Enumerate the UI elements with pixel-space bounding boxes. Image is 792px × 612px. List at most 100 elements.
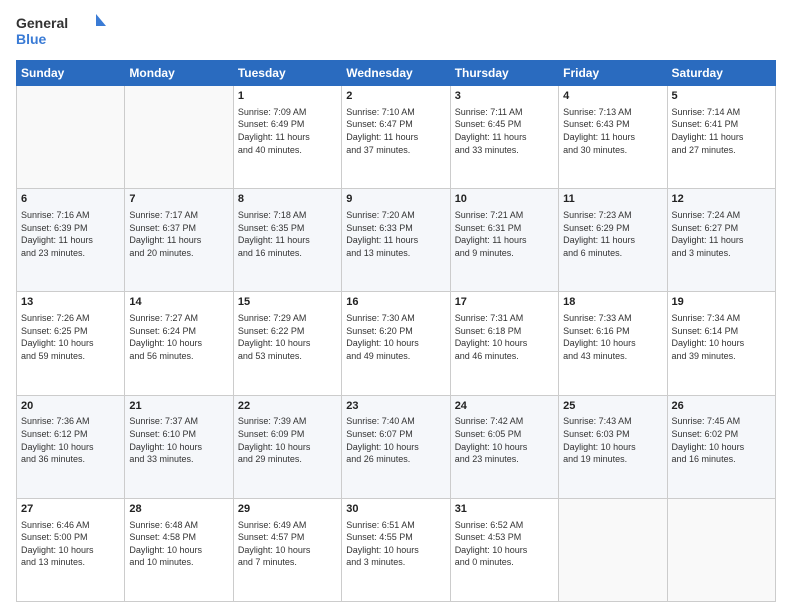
day-number: 4 <box>563 89 662 104</box>
day-number: 6 <box>21 192 120 207</box>
day-number: 10 <box>455 192 554 207</box>
day-number: 17 <box>455 295 554 310</box>
day-cell: 28 Sunrise: 6:48 AM Sunset: 4:58 PM Dayli… <box>125 498 233 601</box>
day-number: 12 <box>672 192 771 207</box>
day-cell: 26Sunrise: 7:45 AM Sunset: 6:02 PM Dayli… <box>667 395 775 498</box>
day-cell: 14Sunrise: 7:27 AM Sunset: 6:24 PM Dayli… <box>125 292 233 395</box>
day-number: 31 <box>455 502 554 517</box>
day-number: 19 <box>672 295 771 310</box>
weekday-tuesday: Tuesday <box>233 61 341 86</box>
day-cell: 29Sunrise: 6:49 AM Sunset: 4:57 PM Dayli… <box>233 498 341 601</box>
day-number: 23 <box>346 399 445 414</box>
day-cell: 16Sunrise: 7:30 AM Sunset: 6:20 PM Dayli… <box>342 292 450 395</box>
day-cell <box>559 498 667 601</box>
day-number: 27 <box>21 502 120 517</box>
day-number: 1 <box>238 89 337 104</box>
day-cell: 12 Sunrise: 7:24 AM Sunset: 6:27 PM Dayli… <box>667 189 775 292</box>
day-number: 3 <box>455 89 554 104</box>
week-row-2: 6 Sunrise: 7:16 AM Sunset: 6:39 PM Daylig… <box>17 189 776 292</box>
day-cell <box>667 498 775 601</box>
day-info: Sunrise: 7:29 AM Sunset: 6:22 PM Dayligh… <box>238 312 337 362</box>
day-info: Sunrise: 7:34 AM Sunset: 6:14 PM Dayligh… <box>672 312 771 362</box>
day-cell <box>125 86 233 189</box>
weekday-sunday: Sunday <box>17 61 125 86</box>
day-info: Sunrise: 7:16 AM Sunset: 6:39 PM Dayligh… <box>21 209 120 259</box>
day-number: 2 <box>346 89 445 104</box>
day-cell: 3Sunrise: 7:11 AM Sunset: 6:45 PM Daylig… <box>450 86 558 189</box>
day-number: 25 <box>563 399 662 414</box>
day-info: Sunrise: 7:40 AM Sunset: 6:07 PM Dayligh… <box>346 415 445 465</box>
day-info: Sunrise: 7:09 AM Sunset: 6:49 PM Dayligh… <box>238 106 337 156</box>
day-info: Sunrise: 7:18 AM Sunset: 6:35 PM Dayligh… <box>238 209 337 259</box>
day-info: Sunrise: 7:39 AM Sunset: 6:09 PM Dayligh… <box>238 415 337 465</box>
day-info: Sunrise: 6:46 AM Sunset: 5:00 PM Dayligh… <box>21 519 120 569</box>
day-cell: 23Sunrise: 7:40 AM Sunset: 6:07 PM Dayli… <box>342 395 450 498</box>
week-row-1: 1 Sunrise: 7:09 AM Sunset: 6:49 PM Daylig… <box>17 86 776 189</box>
weekday-friday: Friday <box>559 61 667 86</box>
day-info: Sunrise: 6:51 AM Sunset: 4:55 PM Dayligh… <box>346 519 445 569</box>
page: General Blue SundayMondayTuesdayWednesda… <box>0 0 792 612</box>
calendar-table: SundayMondayTuesdayWednesdayThursdayFrid… <box>16 60 776 602</box>
day-info: Sunrise: 7:27 AM Sunset: 6:24 PM Dayligh… <box>129 312 228 362</box>
day-cell: 5 Sunrise: 7:14 AM Sunset: 6:41 PM Daylig… <box>667 86 775 189</box>
day-info: Sunrise: 7:26 AM Sunset: 6:25 PM Dayligh… <box>21 312 120 362</box>
day-number: 7 <box>129 192 228 207</box>
svg-text:Blue: Blue <box>16 31 47 47</box>
day-number: 8 <box>238 192 337 207</box>
day-number: 13 <box>21 295 120 310</box>
weekday-thursday: Thursday <box>450 61 558 86</box>
day-number: 28 <box>129 502 228 517</box>
day-cell: 1 Sunrise: 7:09 AM Sunset: 6:49 PM Daylig… <box>233 86 341 189</box>
day-cell: 2 Sunrise: 7:10 AM Sunset: 6:47 PM Daylig… <box>342 86 450 189</box>
day-info: Sunrise: 6:52 AM Sunset: 4:53 PM Dayligh… <box>455 519 554 569</box>
day-cell: 25Sunrise: 7:43 AM Sunset: 6:03 PM Dayli… <box>559 395 667 498</box>
day-cell: 19 Sunrise: 7:34 AM Sunset: 6:14 PM Dayli… <box>667 292 775 395</box>
day-info: Sunrise: 7:13 AM Sunset: 6:43 PM Dayligh… <box>563 106 662 156</box>
day-number: 15 <box>238 295 337 310</box>
day-cell: 20Sunrise: 7:36 AM Sunset: 6:12 PM Dayli… <box>17 395 125 498</box>
day-number: 24 <box>455 399 554 414</box>
day-info: Sunrise: 7:20 AM Sunset: 6:33 PM Dayligh… <box>346 209 445 259</box>
day-info: Sunrise: 7:14 AM Sunset: 6:41 PM Dayligh… <box>672 106 771 156</box>
day-number: 11 <box>563 192 662 207</box>
header: General Blue <box>16 12 776 52</box>
day-info: Sunrise: 6:48 AM Sunset: 4:58 PM Dayligh… <box>129 519 228 569</box>
day-info: Sunrise: 7:23 AM Sunset: 6:29 PM Dayligh… <box>563 209 662 259</box>
day-number: 18 <box>563 295 662 310</box>
day-info: Sunrise: 7:33 AM Sunset: 6:16 PM Dayligh… <box>563 312 662 362</box>
day-info: Sunrise: 7:24 AM Sunset: 6:27 PM Dayligh… <box>672 209 771 259</box>
day-cell: 11 Sunrise: 7:23 AM Sunset: 6:29 PM Dayli… <box>559 189 667 292</box>
day-info: Sunrise: 7:42 AM Sunset: 6:05 PM Dayligh… <box>455 415 554 465</box>
day-info: Sunrise: 7:17 AM Sunset: 6:37 PM Dayligh… <box>129 209 228 259</box>
day-number: 5 <box>672 89 771 104</box>
logo-svg: General Blue <box>16 12 106 52</box>
day-cell: 9Sunrise: 7:20 AM Sunset: 6:33 PM Daylig… <box>342 189 450 292</box>
day-cell <box>17 86 125 189</box>
day-number: 16 <box>346 295 445 310</box>
day-cell: 17 Sunrise: 7:31 AM Sunset: 6:18 PM Dayli… <box>450 292 558 395</box>
weekday-monday: Monday <box>125 61 233 86</box>
day-cell: 10Sunrise: 7:21 AM Sunset: 6:31 PM Dayli… <box>450 189 558 292</box>
day-cell: 7 Sunrise: 7:17 AM Sunset: 6:37 PM Daylig… <box>125 189 233 292</box>
day-number: 20 <box>21 399 120 414</box>
day-info: Sunrise: 7:31 AM Sunset: 6:18 PM Dayligh… <box>455 312 554 362</box>
svg-text:General: General <box>16 15 68 31</box>
week-row-3: 13 Sunrise: 7:26 AM Sunset: 6:25 PM Dayli… <box>17 292 776 395</box>
day-info: Sunrise: 7:36 AM Sunset: 6:12 PM Dayligh… <box>21 415 120 465</box>
day-cell: 4 Sunrise: 7:13 AM Sunset: 6:43 PM Daylig… <box>559 86 667 189</box>
day-cell: 21Sunrise: 7:37 AM Sunset: 6:10 PM Dayli… <box>125 395 233 498</box>
logo: General Blue <box>16 12 106 52</box>
day-info: Sunrise: 7:43 AM Sunset: 6:03 PM Dayligh… <box>563 415 662 465</box>
weekday-header-row: SundayMondayTuesdayWednesdayThursdayFrid… <box>17 61 776 86</box>
day-info: Sunrise: 7:45 AM Sunset: 6:02 PM Dayligh… <box>672 415 771 465</box>
weekday-wednesday: Wednesday <box>342 61 450 86</box>
day-info: Sunrise: 7:10 AM Sunset: 6:47 PM Dayligh… <box>346 106 445 156</box>
day-cell: 13 Sunrise: 7:26 AM Sunset: 6:25 PM Dayli… <box>17 292 125 395</box>
day-cell: 22Sunrise: 7:39 AM Sunset: 6:09 PM Dayli… <box>233 395 341 498</box>
weekday-saturday: Saturday <box>667 61 775 86</box>
day-cell: 18 Sunrise: 7:33 AM Sunset: 6:16 PM Dayli… <box>559 292 667 395</box>
day-cell: 6 Sunrise: 7:16 AM Sunset: 6:39 PM Daylig… <box>17 189 125 292</box>
day-number: 21 <box>129 399 228 414</box>
day-number: 30 <box>346 502 445 517</box>
day-cell: 24Sunrise: 7:42 AM Sunset: 6:05 PM Dayli… <box>450 395 558 498</box>
